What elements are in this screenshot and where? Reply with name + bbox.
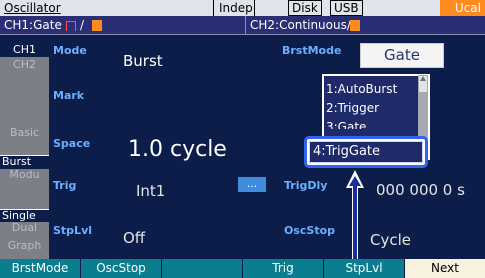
fkey-brstmode[interactable]: BrstMode bbox=[0, 259, 81, 278]
stoplvl-label: StpLvl bbox=[53, 224, 93, 237]
fkey-next[interactable]: Next bbox=[405, 259, 485, 278]
fkey-oscstop[interactable]: OscStop bbox=[81, 259, 162, 278]
usb-indicator: USB bbox=[330, 0, 363, 16]
space-value[interactable]: 1.0 cycle bbox=[128, 137, 227, 162]
pointer-arrow-icon bbox=[346, 170, 364, 260]
tab-ch2[interactable]: CH2 bbox=[0, 57, 49, 111]
status-divider bbox=[245, 16, 246, 35]
scroll-up-icon[interactable] bbox=[420, 76, 426, 81]
ch1-output-icon bbox=[92, 20, 102, 31]
fkey-stplvl[interactable]: StpLvl bbox=[324, 259, 405, 278]
menu-item-gate[interactable]: 3:Gate bbox=[326, 117, 366, 129]
disk-indicator: Disk bbox=[288, 0, 322, 16]
ch2-output-icon bbox=[350, 20, 360, 31]
mode-indicator: Indep bbox=[219, 1, 253, 15]
oscstop-label: OscStop bbox=[284, 224, 336, 237]
fkey-trig[interactable]: Trig bbox=[243, 259, 324, 278]
stoplvl-value[interactable]: Off bbox=[123, 229, 145, 247]
fkey-blank[interactable] bbox=[162, 259, 243, 278]
trigdly-value[interactable]: 000 000 0 s bbox=[376, 181, 465, 199]
oscstop-value[interactable]: Cycle bbox=[370, 231, 411, 249]
menu-item-autoburst[interactable]: 1:AutoBurst bbox=[326, 80, 397, 98]
tab-dual[interactable]: Dual bbox=[0, 222, 49, 235]
ch2-status: CH2:Continuous/ bbox=[250, 18, 351, 32]
cal-indicator: Ucal bbox=[440, 0, 485, 16]
mark-label: Mark bbox=[53, 89, 85, 102]
brstmode-value[interactable]: Gate bbox=[360, 43, 444, 68]
space-label: Space bbox=[53, 137, 91, 150]
menu-item-triggate[interactable]: 4:TrigGate bbox=[313, 143, 380, 161]
trig-label: Trig bbox=[53, 179, 77, 192]
menu-item-trigger[interactable]: 2:Trigger bbox=[326, 99, 379, 117]
trig-value[interactable]: Int1 bbox=[136, 182, 165, 200]
mode-value[interactable]: Burst bbox=[123, 52, 163, 70]
tab-ch1[interactable]: CH1 bbox=[0, 44, 49, 57]
ch1-separator: / bbox=[80, 18, 85, 32]
top-divider bbox=[254, 0, 255, 16]
brstmode-label: BrstMode bbox=[282, 44, 342, 57]
mode-label: Mode bbox=[53, 44, 87, 57]
tab-graph[interactable]: Graph bbox=[0, 235, 49, 259]
top-divider bbox=[213, 0, 214, 16]
gate-wave-icon bbox=[66, 21, 76, 31]
tab-basic[interactable]: Basic bbox=[0, 111, 49, 155]
trigdly-label: TrigDly bbox=[284, 179, 328, 192]
tab-burst[interactable]: Burst bbox=[0, 155, 49, 169]
ch1-status: CH1:Gate bbox=[4, 18, 62, 32]
tab-modu[interactable]: Modu bbox=[0, 169, 49, 209]
app-title: Oscillator bbox=[4, 1, 61, 15]
trig-options-button[interactable]: ... bbox=[238, 177, 266, 192]
